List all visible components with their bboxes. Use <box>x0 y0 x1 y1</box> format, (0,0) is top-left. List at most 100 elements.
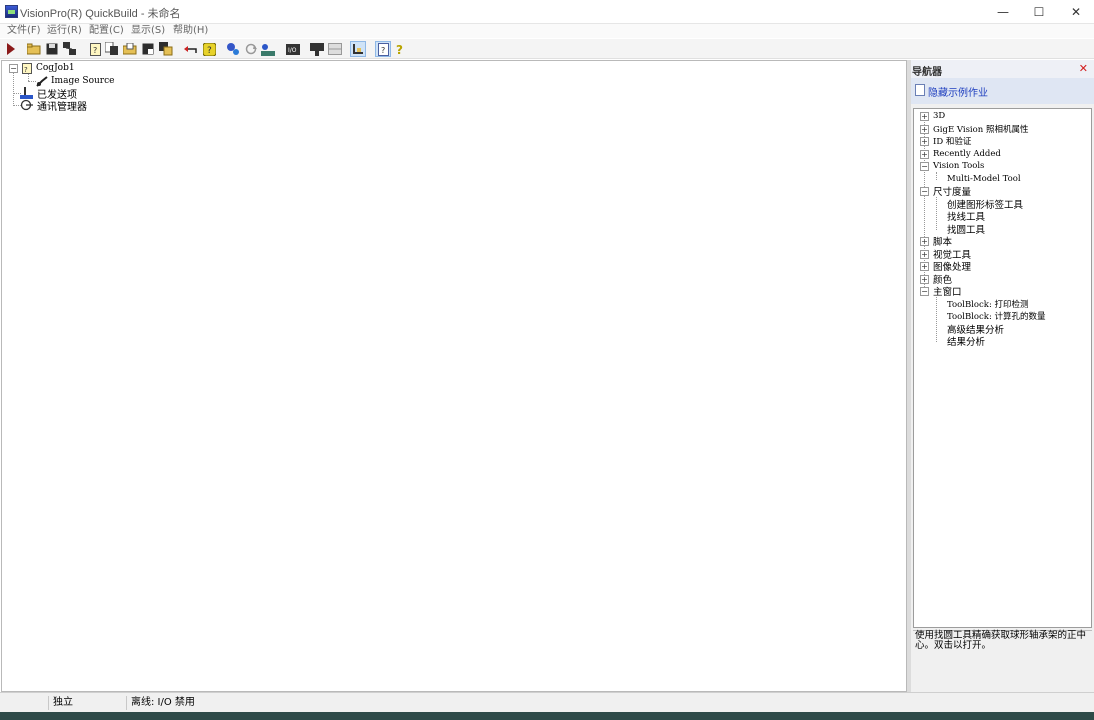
copy-job-button[interactable] <box>104 41 120 57</box>
help-job-icon: ? <box>202 42 216 56</box>
tool-button[interactable] <box>350 41 366 57</box>
close-button[interactable]: ✕ <box>1058 0 1094 24</box>
nav-item-find-circle-tool[interactable]: 找圆工具 <box>947 223 985 236</box>
nav-item-vision-tools[interactable]: − Vision Tools <box>920 160 984 172</box>
posted-items-icon <box>20 87 33 99</box>
help-button[interactable]: ? <box>393 41 409 57</box>
comm-manager-icon <box>20 99 33 111</box>
save-button[interactable] <box>44 41 60 57</box>
expand-toggle[interactable]: + <box>920 236 929 246</box>
expand-toggle[interactable]: + <box>920 261 929 271</box>
status-mode: 独立 <box>48 696 124 710</box>
menu-run[interactable]: 运行(R) <box>47 24 82 38</box>
nav-item-recently-added[interactable]: + Recently Added <box>920 148 1001 160</box>
nav-item-label: 找线工具 <box>947 212 986 223</box>
tree-connector <box>936 297 937 342</box>
nav-item-label: 图像处理 <box>933 262 972 273</box>
navigator-title: 导航器 <box>912 67 942 78</box>
display-button[interactable] <box>309 41 325 57</box>
menu-help[interactable]: 帮助(H) <box>173 24 208 38</box>
nav-item-label: Vision Tools <box>933 161 985 171</box>
svg-text:?: ? <box>396 43 403 56</box>
run-button[interactable] <box>3 41 19 57</box>
save-all-icon <box>159 42 173 56</box>
nav-item-measurement[interactable]: − 尺寸度量 <box>920 185 971 198</box>
refresh-icon <box>245 43 257 54</box>
io-icon: I/O <box>286 43 300 55</box>
nav-item-label: GigE Vision 照相机属性 <box>933 125 1029 135</box>
open-job-button[interactable] <box>122 41 138 57</box>
menu-view[interactable]: 显示(S) <box>131 24 165 38</box>
new-job-icon: ? <box>89 42 101 56</box>
grid-icon <box>328 43 342 55</box>
help-icon: ? <box>396 43 403 56</box>
expand-toggle[interactable]: + <box>920 111 929 121</box>
copy-job-icon <box>105 42 118 55</box>
network-button[interactable] <box>62 41 78 57</box>
tool-icon <box>353 44 363 54</box>
nav-item-label: ToolBlock: 计算孔的数量 <box>947 312 1046 322</box>
tree-item-cogjob1[interactable]: ? CogJob1 <box>22 62 75 74</box>
posting-icon <box>261 43 275 56</box>
title-bar: VisionPro(R) QuickBuild - 未命名 — ☐ ✕ <box>0 0 1094 24</box>
navigator-icon: ? <box>377 42 389 56</box>
collapse-toggle[interactable]: − <box>920 186 929 196</box>
expand-toggle[interactable]: + <box>920 149 929 159</box>
expand-toggle[interactable]: + <box>920 136 929 146</box>
save-job-button[interactable] <box>140 41 156 57</box>
nav-item-find-line-tool[interactable]: 找线工具 <box>947 210 986 223</box>
tree-item-comm-manager[interactable]: 通讯管理器 <box>20 99 87 113</box>
hide-sample-jobs-link[interactable]: 隐藏示例作业 <box>928 84 988 99</box>
navigator-button[interactable]: ? <box>375 41 391 57</box>
network-icon <box>63 42 76 55</box>
tree-item-label: 通讯管理器 <box>37 101 87 113</box>
status-io: 离线: I/O 禁用 <box>126 696 326 710</box>
navigator-tree: + 3D + GigE Vision 照相机属性 + ID 和验证 + Rece… <box>913 108 1092 628</box>
nav-item-label: 脚本 <box>933 237 953 248</box>
new-job-button[interactable]: ? <box>87 41 103 57</box>
svg-text:I/O: I/O <box>288 47 297 54</box>
expand-toggle[interactable]: + <box>920 124 929 134</box>
minimize-button[interactable]: — <box>985 0 1021 24</box>
grid-button[interactable] <box>327 41 343 57</box>
nav-item-label: Multi-Model Tool <box>947 174 1021 184</box>
open-button[interactable] <box>26 41 42 57</box>
nav-item-main-window[interactable]: − 主窗口 <box>920 285 962 298</box>
nav-item-result-analysis[interactable]: 结果分析 <box>947 335 985 348</box>
navigator-panel: 导航器 ✕ 隐藏示例作业 + 3D + GigE Vision 照相机属性 + … <box>911 60 1094 692</box>
nav-item-image-processing[interactable]: + 图像处理 <box>920 260 972 273</box>
svg-text:?: ? <box>24 66 28 74</box>
navigator-header: 导航器 ✕ <box>911 60 1094 78</box>
open-job-icon <box>123 43 137 55</box>
settings-button[interactable] <box>225 41 241 57</box>
svg-text:?: ? <box>207 46 212 56</box>
open-folder-icon <box>27 43 41 55</box>
collapse-toggle[interactable]: − <box>920 286 929 296</box>
nav-item-toolblock-holes[interactable]: ToolBlock: 计算孔的数量 <box>947 310 1046 322</box>
maximize-button[interactable]: ☐ <box>1021 0 1057 24</box>
nav-item-script[interactable]: + 脚本 <box>920 235 953 248</box>
tree-connector <box>28 81 36 82</box>
nav-item-toolblock-print[interactable]: ToolBlock: 打印检测 <box>947 298 1029 310</box>
navigator-close-button[interactable]: ✕ <box>1079 62 1088 75</box>
collapse-toggle[interactable]: − <box>9 64 18 73</box>
io-button[interactable]: I/O <box>285 41 301 57</box>
undo-button[interactable] <box>183 41 199 57</box>
nav-item-3d[interactable]: + 3D <box>920 110 945 122</box>
menu-file[interactable]: 文件(F) <box>7 24 41 38</box>
expand-toggle[interactable]: + <box>920 249 929 259</box>
save-all-button[interactable] <box>158 41 174 57</box>
nav-item-label: ToolBlock: 打印检测 <box>947 300 1029 310</box>
nav-item-gige[interactable]: + GigE Vision 照相机属性 <box>920 123 1028 135</box>
help-job-button[interactable]: ? <box>201 41 217 57</box>
menu-config[interactable]: 配置(C) <box>89 24 124 38</box>
collapse-toggle[interactable]: − <box>920 161 929 171</box>
expand-toggle[interactable]: + <box>920 274 929 284</box>
nav-item-label: 主窗口 <box>933 287 962 298</box>
run-icon <box>7 43 15 55</box>
refresh-button[interactable] <box>243 41 259 57</box>
nav-item-id-verify[interactable]: + ID 和验证 <box>920 135 971 147</box>
save-icon <box>46 43 58 55</box>
posting-button[interactable] <box>260 41 276 57</box>
document-icon <box>915 84 925 96</box>
